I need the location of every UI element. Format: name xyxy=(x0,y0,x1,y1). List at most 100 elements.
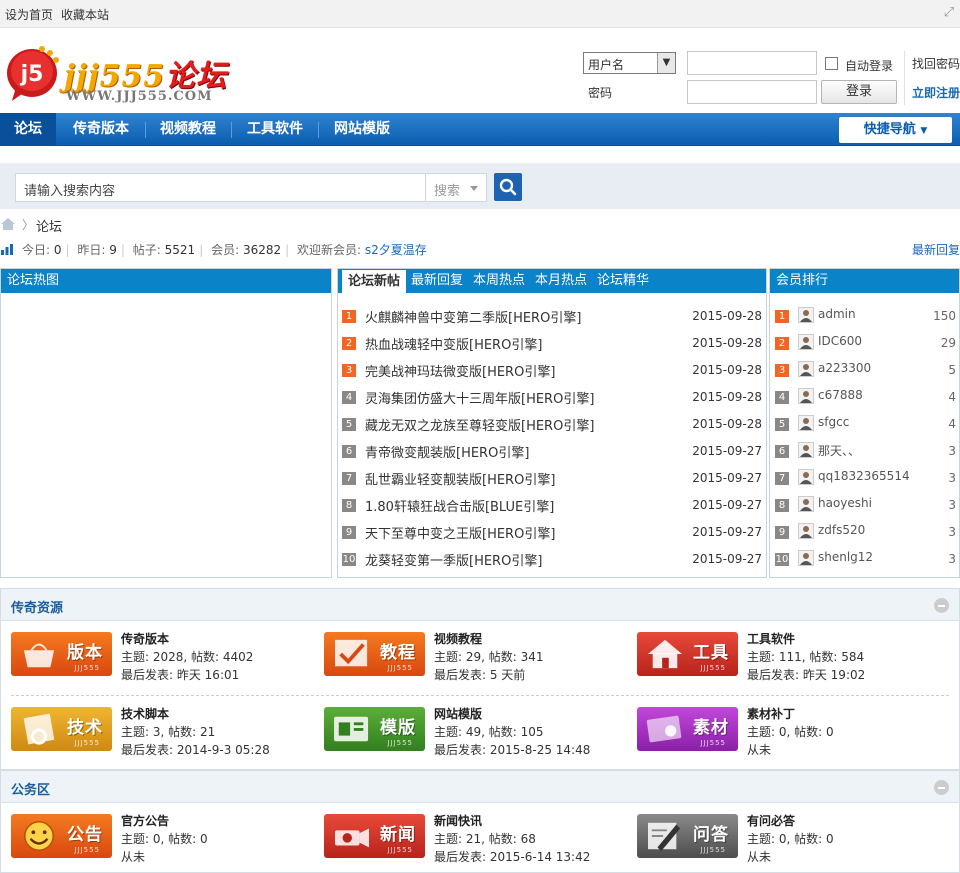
forum-icon-button[interactable]: 新闻 JJJ555 xyxy=(324,814,425,858)
thread-title-link[interactable]: 青帝微变靓装版[HERO引擎] xyxy=(365,442,529,461)
nav-item-tools[interactable]: 工具软件 xyxy=(237,113,313,146)
collapse-icon[interactable] xyxy=(934,780,949,795)
member-name-link[interactable]: zdfs520 xyxy=(818,523,865,537)
avatar[interactable] xyxy=(798,388,814,404)
forum-name-link[interactable]: 工具软件 xyxy=(747,630,865,648)
thread-row[interactable]: 4 灵海集团仿盛大十三周年版[HERO引擎] 2015-09-28 xyxy=(338,384,766,411)
ranking-row[interactable]: 8 haoyeshi 3 xyxy=(770,492,959,519)
forum-icon-button[interactable]: 问答 JJJ555 xyxy=(637,814,738,858)
forum-name-link[interactable]: 视频教程 xyxy=(434,630,544,648)
avatar[interactable] xyxy=(798,334,814,350)
avatar[interactable] xyxy=(798,361,814,377)
ranking-row[interactable]: 10 shenlg12 3 xyxy=(770,546,959,573)
forum-icon-button[interactable]: 技术 JJJ555 xyxy=(11,707,112,751)
member-name-link[interactable]: sfgcc xyxy=(818,415,849,429)
forum-last-post[interactable]: 从未 xyxy=(747,848,834,866)
thread-title-link[interactable]: 火麒麟神兽中变第二季版[HERO引擎] xyxy=(365,307,581,326)
fullscreen-icon[interactable]: ⤢ xyxy=(942,6,956,20)
avatar[interactable] xyxy=(798,442,814,458)
tab-latest-replies[interactable]: 最新回复 xyxy=(411,269,463,293)
member-name-link[interactable]: admin xyxy=(818,307,856,321)
thread-title-link[interactable]: 藏龙无双之龙族至尊轻变版[HERO引擎] xyxy=(365,415,594,434)
breadcrumb-current[interactable]: 论坛 xyxy=(36,216,62,235)
thread-title-link[interactable]: 灵海集团仿盛大十三周年版[HERO引擎] xyxy=(365,388,594,407)
forum-icon-button[interactable]: 工具 JJJ555 xyxy=(637,632,738,676)
login-button[interactable]: 登录 xyxy=(821,80,897,104)
ranking-row[interactable]: 1 admin 150 xyxy=(770,303,959,330)
ranking-row[interactable]: 7 qq1832365514 3 xyxy=(770,465,959,492)
avatar[interactable] xyxy=(798,469,814,485)
home-icon[interactable] xyxy=(0,217,16,231)
ranking-row[interactable]: 9 zdfs520 3 xyxy=(770,519,959,546)
forum-icon-button[interactable]: 公告 JJJ555 xyxy=(11,814,112,858)
collapse-icon[interactable] xyxy=(934,598,949,613)
username-input[interactable] xyxy=(687,51,817,75)
thread-title-link[interactable]: 天下至尊中变之王版[HERO引擎] xyxy=(365,523,555,542)
forum-name-link[interactable]: 有问必答 xyxy=(747,812,834,830)
avatar[interactable] xyxy=(798,496,814,512)
auto-login-label[interactable]: 自动登录 xyxy=(845,57,893,74)
member-name-link[interactable]: qq1832365514 xyxy=(818,469,910,483)
avatar[interactable] xyxy=(798,550,814,566)
ranking-row[interactable]: 3 a223300 5 xyxy=(770,357,959,384)
search-button[interactable] xyxy=(494,173,522,201)
forum-last-post[interactable]: 最后发表: 昨天 19:02 xyxy=(747,666,865,684)
forum-last-post[interactable]: 最后发表: 2015-8-25 14:48 xyxy=(434,741,590,759)
member-name-link[interactable]: c67888 xyxy=(818,388,863,402)
forum-name-link[interactable]: 传奇版本 xyxy=(121,630,253,648)
thread-row[interactable]: 8 1.80轩辕狂战合击版[BLUE引擎] 2015-09-27 xyxy=(338,492,766,519)
forum-last-post[interactable]: 最后发表: 昨天 16:01 xyxy=(121,666,253,684)
forum-name-link[interactable]: 网站模版 xyxy=(434,705,590,723)
category-title[interactable]: 公务区 xyxy=(11,779,50,798)
forum-icon-button[interactable]: 模版 JJJ555 xyxy=(324,707,425,751)
search-type-select[interactable]: 搜索 xyxy=(425,173,487,202)
thread-title-link[interactable]: 完美战神玛珐微变版[HERO引擎] xyxy=(365,361,555,380)
auto-login-checkbox[interactable] xyxy=(825,57,838,70)
forum-icon-button[interactable]: 素材 JJJ555 xyxy=(637,707,738,751)
thread-row[interactable]: 6 青帝微变靓装版[HERO引擎] 2015-09-27 xyxy=(338,438,766,465)
ranking-row[interactable]: 6 那天、、 3 xyxy=(770,438,959,465)
avatar[interactable] xyxy=(798,307,814,323)
nav-item-legend-versions[interactable]: 传奇版本 xyxy=(62,113,140,146)
latest-replies-link[interactable]: 最新回复 xyxy=(912,241,960,258)
site-logo[interactable]: j5 jjj555论坛 WWW.JJJ555.COM xyxy=(6,37,246,107)
forum-last-post[interactable]: 最后发表: 2015-6-14 13:42 xyxy=(434,848,590,866)
thread-row[interactable]: 3 完美战神玛珐微变版[HERO引擎] 2015-09-28 xyxy=(338,357,766,384)
forum-last-post[interactable]: 最后发表: 5 天前 xyxy=(434,666,544,684)
thread-title-link[interactable]: 龙葵轻变第一季版[HERO引擎] xyxy=(365,550,542,569)
nav-item-forum[interactable]: 论坛 xyxy=(0,113,56,146)
tab-month-hot[interactable]: 本月热点 xyxy=(535,269,587,293)
forum-last-post[interactable]: 最后发表: 2014-9-3 05:28 xyxy=(121,741,270,759)
member-name-link[interactable]: haoyeshi xyxy=(818,496,872,510)
forum-name-link[interactable]: 素材补丁 xyxy=(747,705,834,723)
ranking-row[interactable]: 2 IDC600 29 xyxy=(770,330,959,357)
newest-member-link[interactable]: s2夕夏温存 xyxy=(365,243,427,257)
thread-title-link[interactable]: 1.80轩辕狂战合击版[BLUE引擎] xyxy=(365,496,554,515)
avatar[interactable] xyxy=(798,523,814,539)
register-link[interactable]: 立即注册 xyxy=(912,84,960,101)
ranking-row[interactable]: 4 c67888 4 xyxy=(770,384,959,411)
member-name-link[interactable]: 那天、、 xyxy=(818,442,860,459)
member-name-link[interactable]: shenlg12 xyxy=(818,550,873,564)
thread-row[interactable]: 10 龙葵轻变第一季版[HERO引擎] 2015-09-27 xyxy=(338,546,766,573)
quick-nav-button[interactable]: 快捷导航 ▼ xyxy=(839,117,952,143)
password-input[interactable] xyxy=(687,80,817,104)
thread-title-link[interactable]: 热血战魂轻中变版[HERO引擎] xyxy=(365,334,542,353)
avatar[interactable] xyxy=(798,415,814,431)
login-type-select[interactable]: 用户名 ▼ xyxy=(583,52,676,74)
thread-row[interactable]: 5 藏龙无双之龙族至尊轻变版[HERO引擎] 2015-09-28 xyxy=(338,411,766,438)
forum-last-post[interactable]: 从未 xyxy=(121,848,208,866)
forum-icon-button[interactable]: 教程 JJJ555 xyxy=(324,632,425,676)
forum-last-post[interactable]: 从未 xyxy=(747,741,834,759)
thread-row[interactable]: 9 天下至尊中变之王版[HERO引擎] 2015-09-27 xyxy=(338,519,766,546)
forum-name-link[interactable]: 官方公告 xyxy=(121,812,208,830)
thread-row[interactable]: 1 火麒麟神兽中变第二季版[HERO引擎] 2015-09-28 xyxy=(338,303,766,330)
forgot-password-link[interactable]: 找回密码 xyxy=(912,55,960,72)
bookmark-link[interactable]: 收藏本站 xyxy=(61,8,109,22)
thread-title-link[interactable]: 乱世霸业轻变靓装版[HERO引擎] xyxy=(365,469,555,488)
nav-item-templates[interactable]: 网站模版 xyxy=(324,113,400,146)
thread-row[interactable]: 2 热血战魂轻中变版[HERO引擎] 2015-09-28 xyxy=(338,330,766,357)
set-homepage-link[interactable]: 设为首页 xyxy=(5,8,53,22)
ranking-row[interactable]: 5 sfgcc 4 xyxy=(770,411,959,438)
search-input[interactable]: 请输入搜索内容 xyxy=(15,173,426,202)
